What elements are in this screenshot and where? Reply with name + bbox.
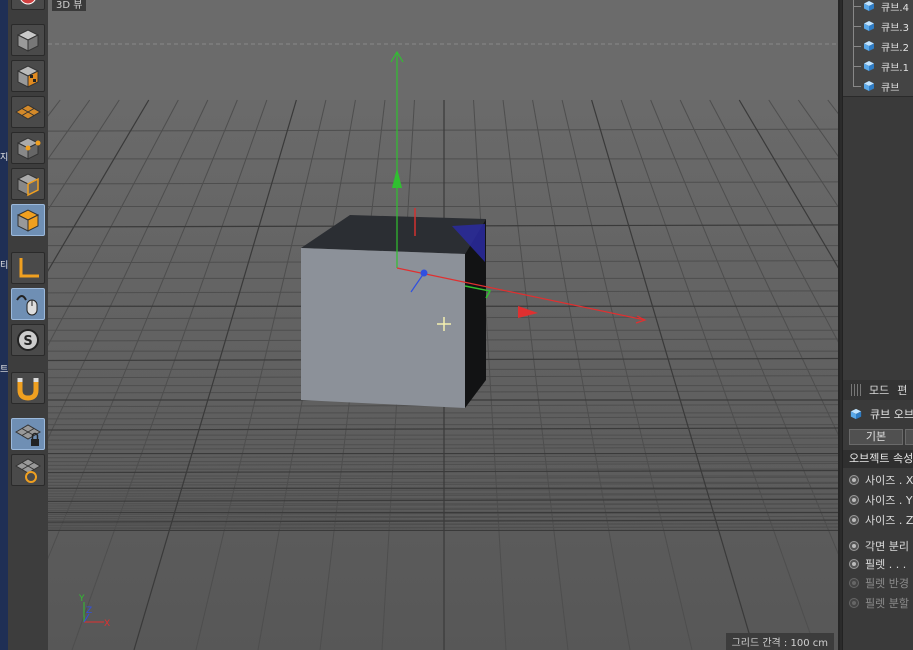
strip-glyph: 트 [0,365,8,375]
checker-cube-icon [16,65,40,88]
tab-next[interactable] [905,429,913,445]
axis-indicator-y-label: Y [78,594,85,604]
s-icon: S [17,329,39,351]
magnet-icon [17,378,39,401]
object-list-item-label: 큐브.2 [881,43,909,54]
animation-radio-icon[interactable] [849,515,859,525]
viewport-scene[interactable]: Y Z X [48,0,840,650]
edges-icon [16,173,40,197]
animation-radio-icon[interactable] [849,541,859,551]
property-row[interactable]: 사이즈 . Y [849,492,913,508]
hierarchy-branch [853,86,861,87]
cube-object[interactable] [301,215,486,408]
attribute-title: 큐브 오브 [843,404,913,424]
strip-glyph: 티 [0,261,8,271]
object-list-item[interactable]: 큐브 [843,76,913,96]
cube-icon [864,21,874,31]
plane-tool[interactable] [11,96,45,128]
grid-lock-icon [15,424,41,446]
object-list-item-label: 큐브.1 [881,63,909,74]
cube-icon [864,1,874,11]
property-row[interactable]: 필렛 분할 [849,595,909,611]
property-row[interactable]: 사이즈 . X [849,472,913,488]
grid-spacing-label: 그리드 간격 : 100 cm [725,633,834,650]
cube-icon [16,29,40,52]
animation-radio-icon[interactable] [849,495,859,505]
strip-glyph: 지 [0,153,8,163]
axis-icon [19,258,39,278]
hierarchy-branch [853,46,861,47]
workplane-tool[interactable] [11,454,45,486]
snap-magnet-tool[interactable] [11,372,45,404]
object-list-item-label: 큐브.4 [881,3,909,14]
object-list-item-label: 큐브 [881,83,900,94]
object-list-item[interactable]: 큐브.3 [843,16,913,36]
property-label: 사이즈 . X [865,474,913,487]
hierarchy-branch [853,66,861,67]
animation-radio-icon[interactable] [849,578,859,588]
property-label: 사이즈 . Z [865,514,913,527]
axis-indicator-z-label: Z [86,606,92,616]
object-list-item[interactable]: 큐브.1 [843,56,913,76]
property-row[interactable]: 사이즈 . Z [849,512,913,528]
property-label: 필렛 . . . [865,558,907,571]
left-window-strip: 지 티 트 [0,0,8,650]
object-properties-header: 오브젝트 속성 [843,450,913,468]
property-label: 사이즈 . Y [865,494,913,507]
polygon-mode-tool[interactable] [11,204,45,236]
animation-radio-icon[interactable] [849,559,859,569]
menu-edit[interactable]: 편 [897,382,907,398]
menu-mode[interactable]: 모드 [869,382,889,398]
attribute-manager-panel: 모드 편 큐브 오브 기본 오브젝트 속성 사이즈 . X 사이즈 . Y 사이즈 … [842,380,913,650]
property-label: 필렛 분할 [865,597,909,610]
plane-icon [15,104,41,120]
property-row[interactable]: 필렛 반경 [849,575,909,591]
points-icon [16,137,41,160]
axis-indicator-x-label: X [104,619,110,629]
property-row[interactable]: 필렛 . . . [849,556,906,572]
tab-basic[interactable]: 기본 [849,429,903,445]
object-list-item[interactable]: 큐브.4 [843,0,913,16]
tweak-tool[interactable] [11,288,45,320]
cube-tool[interactable] [11,24,45,56]
attribute-title-text: 큐브 오브 [870,408,913,421]
animation-radio-icon[interactable] [849,598,859,608]
object-list-item[interactable]: 큐브.2 [843,36,913,56]
snap-settings-tool[interactable]: S [11,324,45,356]
mouse-icon [16,295,38,316]
edge-mode-tool[interactable] [11,168,45,200]
cube-object-icon [850,408,862,420]
cube-icon [864,81,874,91]
property-label: 각면 분리 [865,540,909,553]
cube-front-face[interactable] [301,248,465,408]
svg-text:S: S [23,334,32,349]
globe-icon [20,0,36,5]
attribute-menu-bar: 모드 편 [843,380,913,400]
axis-tool[interactable] [11,252,45,284]
globe-tool[interactable] [11,0,45,10]
hierarchy-branch [853,26,861,27]
lock-workplane-tool[interactable] [11,418,45,450]
panel-grip-icon[interactable] [851,384,861,396]
checker-cube-tool[interactable] [11,60,45,92]
point-mode-tool[interactable] [11,132,45,164]
hierarchy-branch [853,6,861,7]
z-axis-handle[interactable] [420,269,428,277]
polygon-icon [16,209,40,232]
cube-icon [864,61,874,71]
object-list: 큐브.4 큐브.3 큐브.2 큐브.1 큐브 [843,0,913,97]
grid-refresh-icon [15,458,41,483]
object-manager-panel: 큐브.4 큐브.3 큐브.2 큐브.1 큐브 [842,0,913,380]
3d-viewport[interactable]: Y Z X 3D 뷰 그리드 간격 : 100 cm [48,0,840,650]
animation-radio-icon[interactable] [849,475,859,485]
property-row[interactable]: 각면 분리 [849,538,909,554]
property-label: 필렛 반경 [865,577,909,590]
object-list-item-label: 큐브.3 [881,23,909,34]
left-toolbar: S [8,0,49,650]
cube-icon [864,41,874,51]
view-title-label: 3D 뷰 [52,0,87,11]
